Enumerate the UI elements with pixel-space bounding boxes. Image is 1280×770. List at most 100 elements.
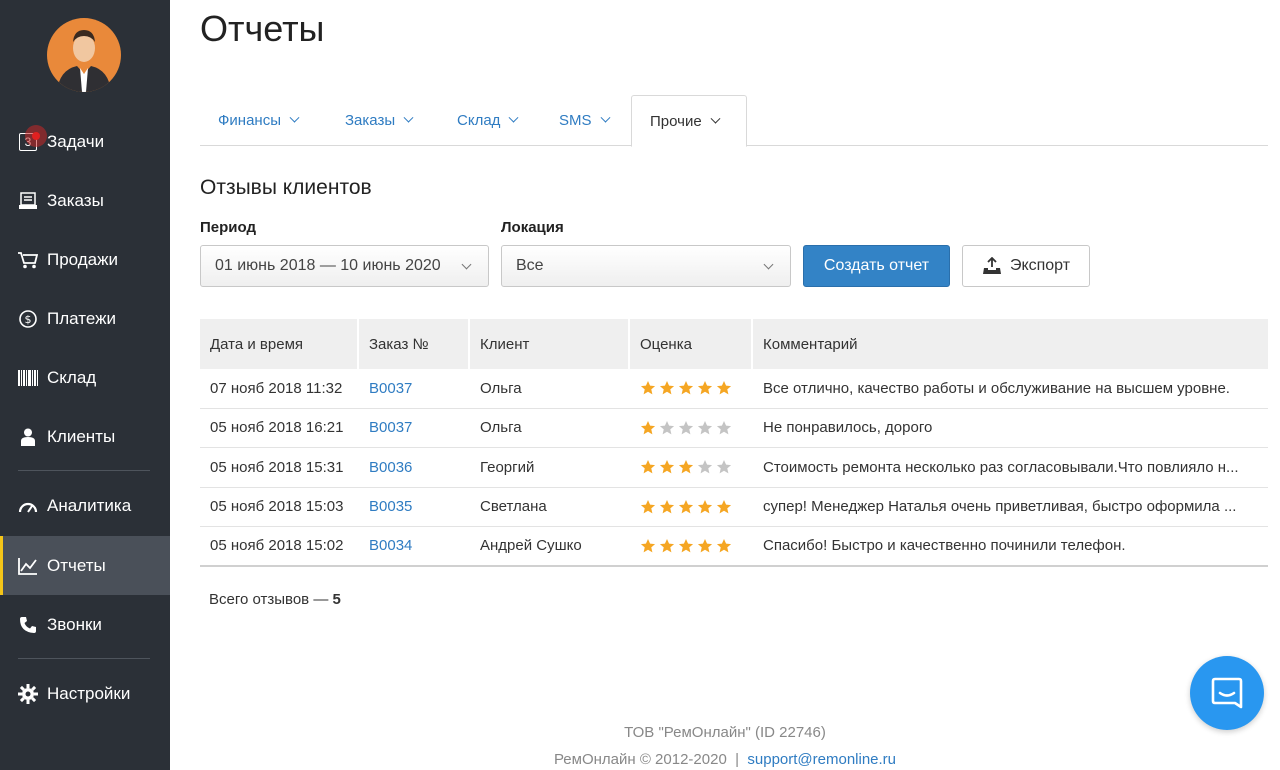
cell-client: Ольга — [480, 379, 522, 397]
cell-comment: супер! Менеджер Наталья очень приветлива… — [763, 498, 1237, 516]
tab-label: Прочие — [650, 112, 702, 130]
chevron-down-icon — [710, 113, 721, 124]
period-select[interactable]: 01 июнь 2018 — 10 июнь 2020 — [200, 245, 489, 287]
create-report-button[interactable]: Создать отчет — [803, 245, 950, 287]
chevron-down-icon — [289, 112, 300, 123]
sidebar-item-tasks[interactable]: 3 Задачи — [0, 112, 170, 171]
location-value: Все — [516, 257, 544, 274]
sidebar-item-clients[interactable]: Клиенты — [0, 407, 170, 466]
order-link[interactable]: B0037 — [369, 380, 412, 397]
star-filled-icon — [697, 499, 713, 514]
order-link[interactable]: B0037 — [369, 419, 412, 436]
star-filled-icon — [640, 381, 656, 395]
star-filled-icon — [716, 381, 732, 395]
total-label: Всего отзывов — — [209, 591, 333, 608]
sidebar-item-sales[interactable]: Продажи — [0, 230, 170, 289]
order-link[interactable]: B0034 — [369, 537, 412, 554]
star-filled-icon — [678, 499, 694, 514]
chat-icon — [1211, 677, 1243, 709]
chevron-down-icon — [600, 112, 610, 123]
cell-comment: Не понравилось, дорого — [763, 419, 933, 437]
cell-date: 07 нояб 2018 11:32 — [210, 379, 343, 397]
cell-comment: Спасибо! Быстро и качественно починили т… — [763, 537, 1126, 555]
location-select[interactable]: Все — [501, 245, 791, 287]
star-filled-icon — [659, 460, 675, 474]
star-filled-icon — [678, 460, 694, 474]
svg-text:$: $ — [25, 313, 32, 326]
cell-comment: Все отлично, качество работы и обслужива… — [763, 379, 1230, 397]
footer-copyright: РемОнлайн © 2012-2020 | support@remonlin… — [0, 751, 1280, 768]
column-header-client[interactable]: Клиент — [470, 319, 630, 369]
sidebar-item-payments[interactable]: $ Платежи — [0, 289, 170, 348]
cell-client: Светлана — [480, 498, 547, 516]
sidebar-item-label: Склад — [47, 367, 97, 387]
sidebar-item-warehouse[interactable]: Склад — [0, 348, 170, 407]
rating-stars — [640, 499, 732, 515]
cell-client: Андрей Сушко — [480, 537, 582, 555]
sidebar-item-label: Платежи — [47, 308, 116, 328]
gear-icon — [18, 683, 38, 704]
order-link[interactable]: B0036 — [369, 459, 412, 476]
sidebar-item-label: Отчеты — [47, 555, 106, 575]
column-header-comment[interactable]: Комментарий — [753, 319, 1268, 369]
cell-date: 05 нояб 2018 16:21 — [210, 419, 344, 437]
period-value: 01 июнь 2018 — 10 июнь 2020 — [215, 257, 441, 274]
chat-widget-button[interactable] — [1190, 656, 1264, 730]
chevron-down-icon — [508, 112, 519, 123]
tab-label: Склад — [457, 112, 501, 129]
sidebar-item-reports[interactable]: Отчеты — [0, 536, 170, 595]
export-button[interactable]: Экспорт — [962, 245, 1090, 287]
orders-icon — [18, 191, 38, 211]
tab-sms[interactable]: SMS — [559, 95, 610, 146]
user-avatar[interactable] — [47, 18, 121, 92]
star-filled-icon — [640, 538, 656, 553]
reviews-total: Всего отзывов — 5 — [209, 591, 341, 608]
sidebar-item-label: Задачи — [47, 131, 105, 151]
star-empty-icon — [697, 460, 713, 474]
total-count: 5 — [332, 591, 341, 608]
tab-warehouse[interactable]: Склад — [457, 95, 519, 146]
star-empty-icon — [716, 420, 732, 435]
star-filled-icon — [716, 499, 732, 514]
star-empty-icon — [697, 420, 713, 435]
tab-label: Заказы — [345, 112, 396, 129]
star-filled-icon — [640, 460, 656, 474]
footer-separator: | — [735, 751, 740, 768]
tasks-icon: 3 — [18, 124, 47, 152]
column-header-date[interactable]: Дата и время — [200, 319, 359, 369]
dollar-icon: $ — [18, 309, 38, 329]
tab-orders[interactable]: Заказы — [345, 95, 414, 146]
period-label: Период — [200, 219, 256, 236]
star-filled-icon — [697, 381, 713, 395]
tab-finance[interactable]: Финансы — [218, 95, 300, 146]
sidebar-item-orders[interactable]: Заказы — [0, 171, 170, 230]
star-filled-icon — [659, 538, 675, 553]
star-filled-icon — [678, 381, 694, 395]
star-filled-icon — [659, 381, 675, 395]
sidebar-item-label: Заказы — [47, 190, 104, 210]
column-header-rating[interactable]: Оценка — [630, 319, 753, 369]
reviews-table: Дата и время Заказ № Клиент Оценка Комме… — [200, 319, 1268, 567]
page-title: Отчеты — [200, 8, 325, 49]
gauge-icon — [18, 496, 38, 516]
star-filled-icon — [640, 499, 656, 514]
report-title: Отзывы клиентов — [200, 176, 372, 199]
footer-company: ТОВ "РемОнлайн" (ID 22746) — [624, 724, 826, 741]
star-filled-icon — [678, 538, 694, 553]
support-email-link[interactable]: support@remonline.ru — [747, 751, 896, 768]
barcode-icon — [18, 368, 38, 388]
order-link[interactable]: B0035 — [369, 498, 412, 515]
phone-icon — [18, 615, 38, 635]
column-header-order[interactable]: Заказ № — [359, 319, 470, 369]
export-icon — [982, 257, 1001, 274]
tab-other[interactable]: Прочие — [631, 95, 747, 147]
table-row: 07 нояб 2018 11:32 B0037 Ольга Все отлич… — [200, 369, 1268, 409]
star-empty-icon — [716, 460, 732, 474]
sidebar-item-calls[interactable]: Звонки — [0, 595, 170, 654]
table-row: 05 нояб 2018 15:02 B0034 Андрей Сушко Сп… — [200, 527, 1268, 567]
rating-stars — [640, 538, 732, 554]
cart-icon — [18, 250, 38, 270]
sidebar-item-analytics[interactable]: Аналитика — [0, 476, 170, 535]
star-filled-icon — [697, 538, 713, 553]
sidebar-item-settings[interactable]: Настройки — [0, 664, 170, 723]
